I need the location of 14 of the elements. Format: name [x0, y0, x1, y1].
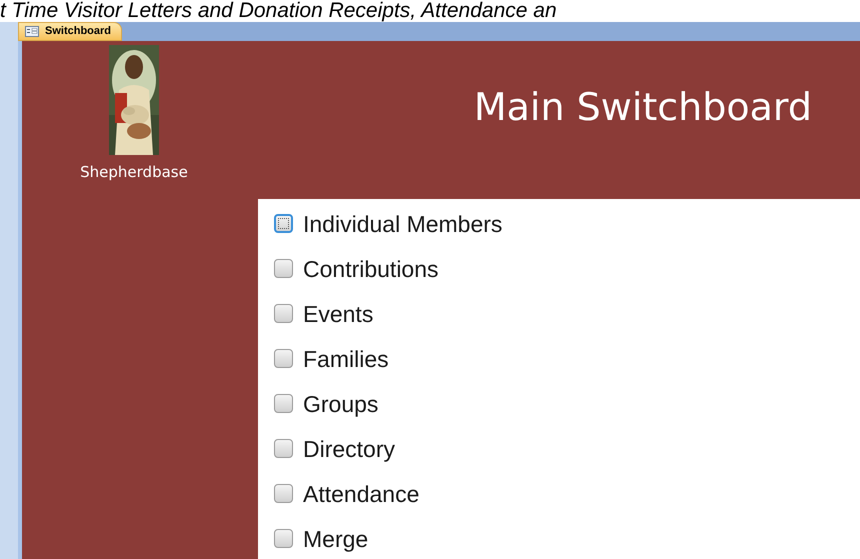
- switchboard-tab[interactable]: Switchboard: [18, 22, 122, 41]
- option-label: Families: [303, 344, 389, 372]
- option-label: Directory: [303, 434, 396, 462]
- option-label: Groups: [303, 390, 378, 418]
- option-button[interactable]: [274, 214, 293, 233]
- option-label: Merge: [303, 524, 368, 552]
- option-label: Contributions: [303, 254, 439, 282]
- option-label: Events: [303, 300, 374, 328]
- header-text: t Time Visitor Letters and Donation Receipts, Attendance an: [0, 0, 557, 22]
- option-label: Individual Members: [303, 210, 502, 238]
- option-label: Attendance: [303, 480, 420, 508]
- switchboard-title: Main Switchboard: [474, 84, 812, 131]
- form-icon: [25, 26, 39, 37]
- app-name: Shepherdbase: [80, 162, 188, 183]
